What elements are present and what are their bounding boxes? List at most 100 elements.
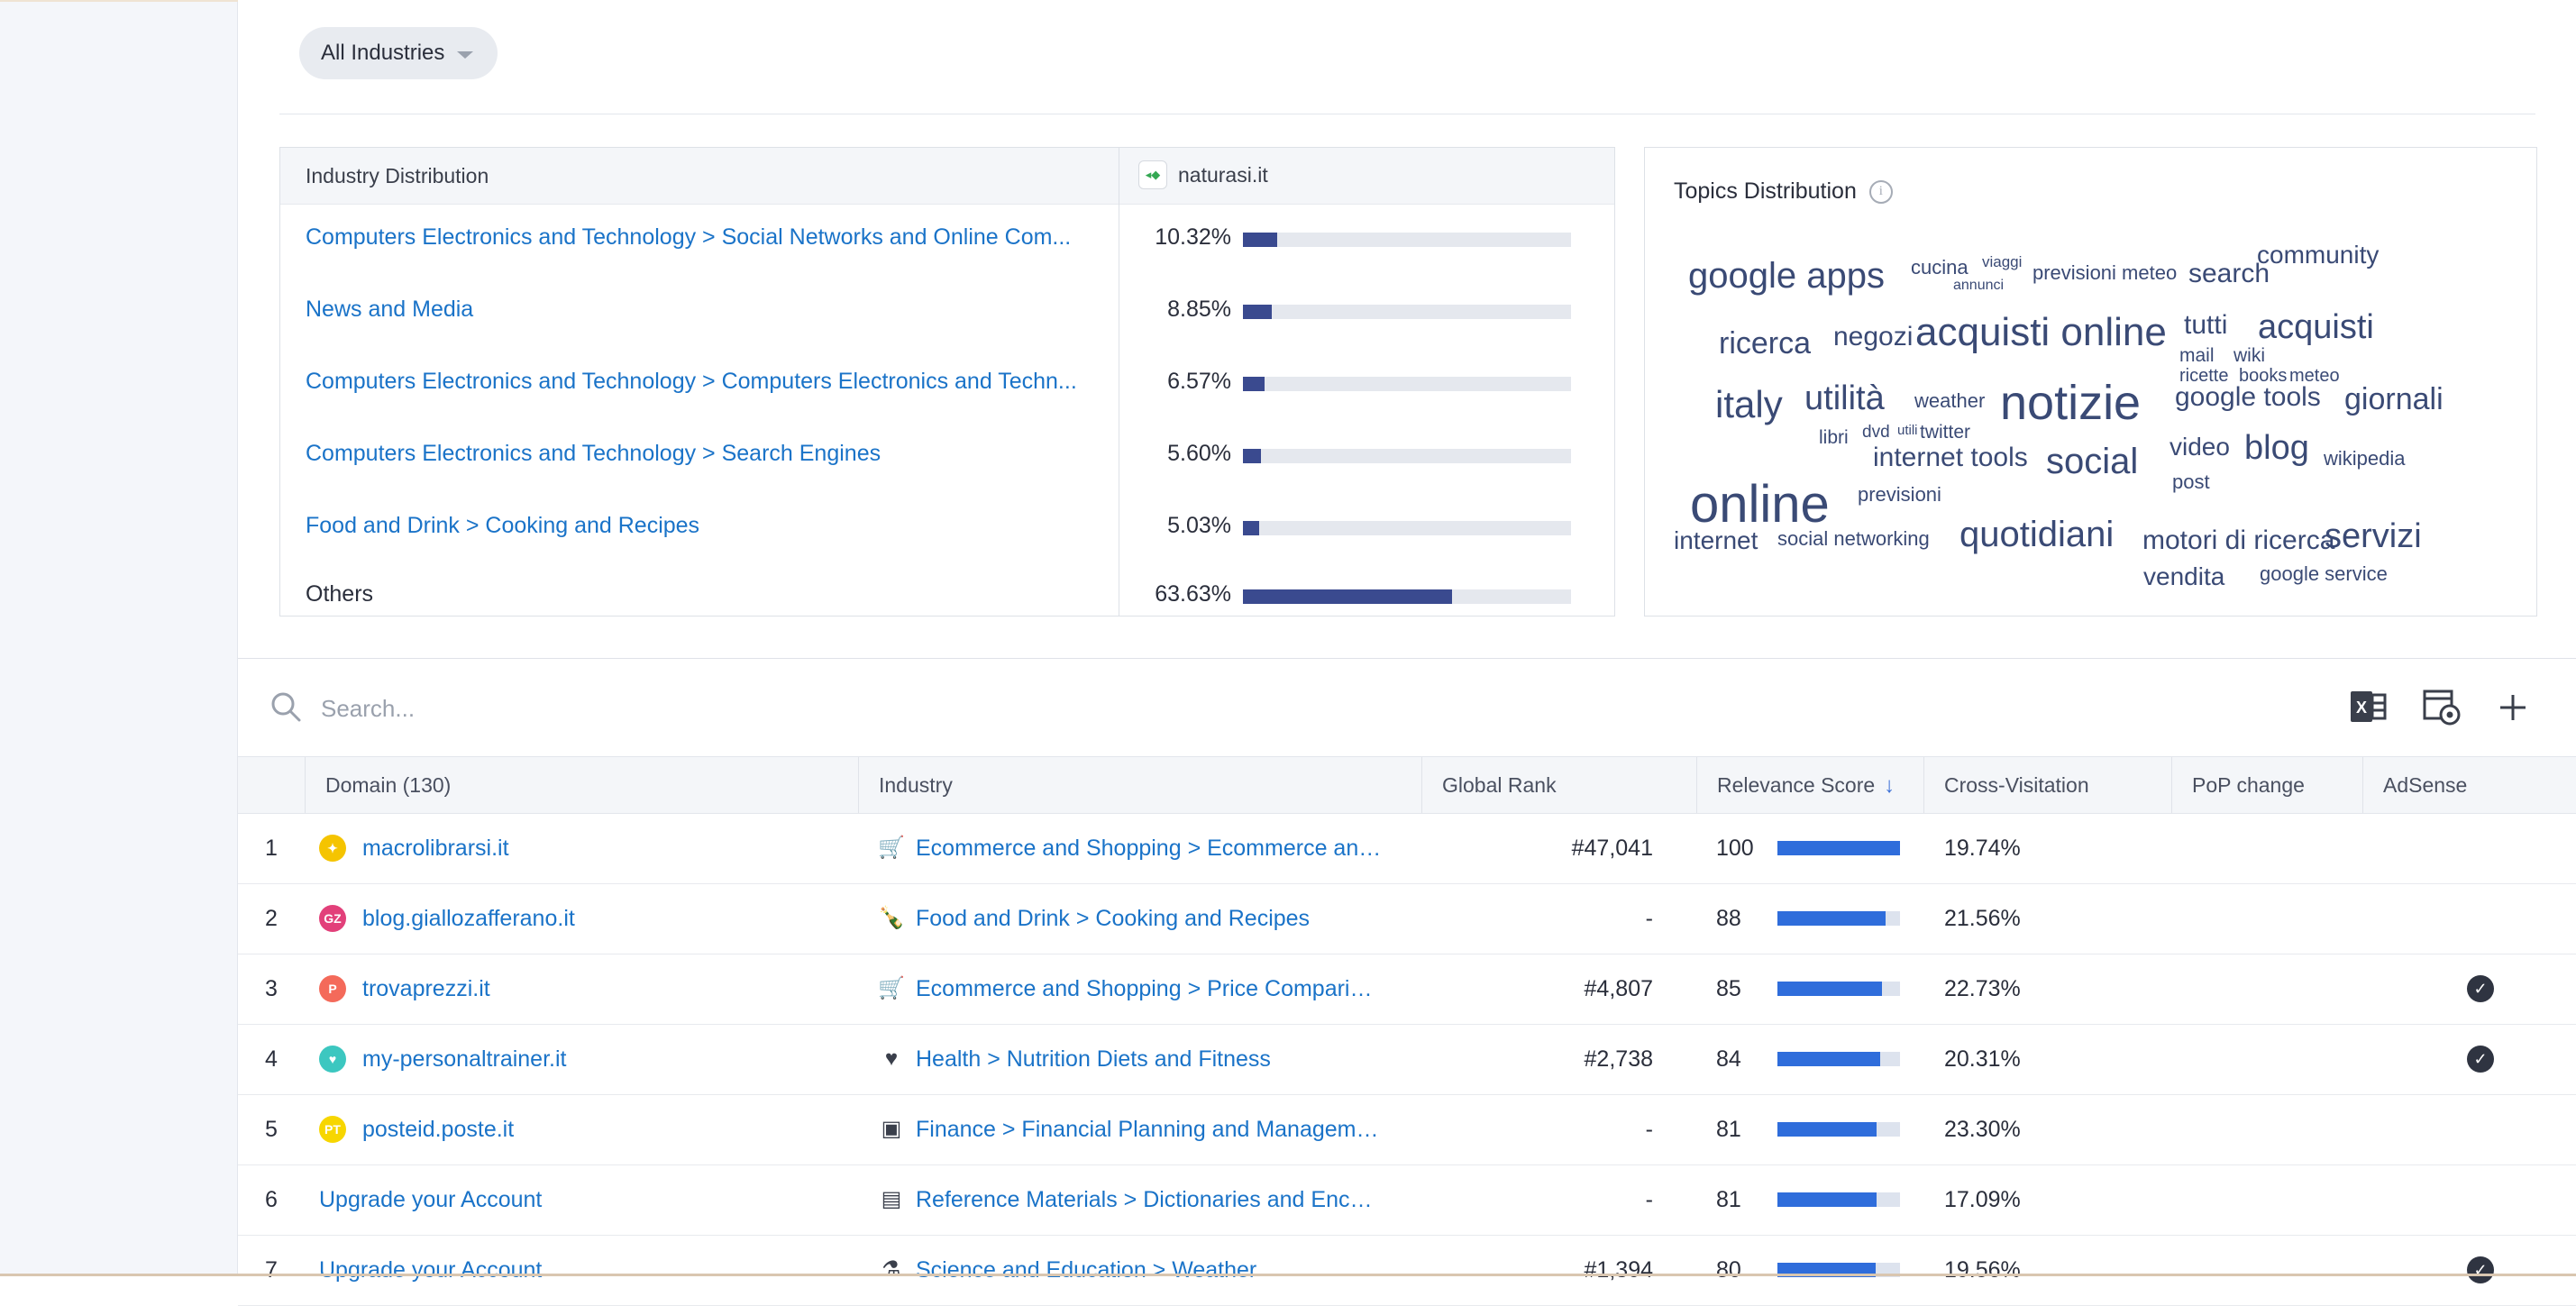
topic-word[interactable]: libri [1819,428,1849,447]
pop-change: - [2347,1094,2576,1164]
domain-link[interactable]: Upgrade your Account [319,1164,788,1235]
topic-word[interactable]: social [2046,443,2138,479]
industry-link[interactable]: ⚗ Science and Education > Weather [878,1235,1383,1305]
table-row[interactable]: 2 GZ blog.giallozafferano.it 🍾 Food and Drin… [238,883,2576,954]
global-rank: #1,394 [1584,1257,1653,1283]
topic-word[interactable]: giornali [2344,384,2444,415]
column-header-global-rank[interactable]: Global Rank [1421,757,1696,813]
excel-export-icon[interactable]: X [2347,686,2390,729]
distribution-row: Food and Drink > Cooking and Recipes 5.03… [280,493,1614,562]
distribution-industry-label[interactable]: Food and Drink > Cooking and Recipes [306,513,1112,539]
domain-link[interactable]: ✦ macrolibrarsi.it [319,813,788,883]
topic-word[interactable]: annunci [1953,279,2004,293]
distribution-bar [1243,305,1571,319]
topic-word[interactable]: google tools [2175,384,2321,411]
topic-word[interactable]: google service [2260,564,2388,584]
topic-word[interactable]: dvd [1862,424,1890,441]
column-header-relevance[interactable]: Relevance Score ↓ [1696,757,1923,813]
industry-link[interactable]: 🛒 Ecommerce and Shopping > Price Comparis… [878,954,1383,1024]
topic-word[interactable]: blog [2244,431,2309,465]
column-header-pop-change[interactable]: PoP change [2171,757,2362,813]
topic-word[interactable]: ricerca [1719,328,1811,359]
row-number: 7 [265,1257,278,1283]
relevance-bar [1777,1052,1900,1066]
topic-word[interactable]: italy [1715,386,1783,424]
topic-word[interactable]: google apps [1688,258,1885,294]
info-icon[interactable]: i [1868,179,1893,204]
relevance-bar-fill [1777,1122,1877,1137]
topic-word[interactable]: acquisti [2258,310,2374,344]
topic-word[interactable]: video [2170,434,2230,460]
topic-word[interactable]: acquisti online [1915,313,2167,352]
table-row[interactable]: 5 PT posteid.poste.it ▣ Finance > Financial … [238,1094,2576,1165]
industry-link[interactable]: ▤ Reference Materials > Dictionaries and … [878,1164,1383,1235]
topic-word[interactable]: social networking [1777,529,1930,549]
topic-word[interactable]: vendita [2143,564,2224,589]
topic-word[interactable]: servizi [2325,519,2422,553]
table-row[interactable]: 6 Upgrade your Account ▤ Reference Material… [238,1164,2576,1236]
distribution-industry-label[interactable]: Computers Electronics and Technology > S… [306,224,1112,251]
distribution-bar-fill [1243,305,1273,319]
topic-word[interactable]: utili [1897,424,1918,437]
search-input[interactable] [319,682,1134,735]
topic-word[interactable]: motori di ricerca [2142,527,2334,554]
distribution-industry-label[interactable]: Computers Electronics and Technology > S… [306,441,1112,467]
industry-link[interactable]: 🛒 Ecommerce and Shopping > Ecommerce and.… [878,813,1383,883]
distribution-bar [1243,449,1571,463]
column-header-adsense[interactable]: AdSense [2362,757,2576,813]
domain-link[interactable]: Ptrovaprezzi.it [319,954,788,1024]
shopping-cart-icon: 🛒 [878,976,905,1000]
column-header-cross-visitation[interactable]: Cross-Visitation [1923,757,2171,813]
topic-word[interactable]: previsioni [1858,485,1941,505]
topic-word[interactable]: post [2172,472,2210,492]
industry-link[interactable]: 🍾 Food and Drink > Cooking and Recipes [878,883,1383,954]
table-settings-icon[interactable] [2421,686,2464,729]
relevance-header-label: Relevance Score [1717,773,1876,797]
topic-word[interactable]: previsioni meteo [2032,263,2177,283]
topic-word[interactable]: negozi [1833,324,1913,351]
topic-word[interactable]: internet tools [1873,444,2028,471]
domain-link[interactable]: ♥ my-personaltrainer.it [319,1024,788,1094]
industry-link[interactable]: ▣ Finance > Financial Planning and Manage… [878,1094,1383,1164]
topic-word[interactable]: weather [1914,391,1985,411]
topics-title: Topics Distribution [1674,178,1857,204]
industry-name: Ecommerce and Shopping > Price Compariso… [916,976,1383,1001]
main-content: All Industries Industry Distribution ◂◆ … [238,0,2576,1306]
industry-filter-dropdown[interactable]: All Industries [299,27,498,79]
distribution-industry-label[interactable]: Computers Electronics and Technology > C… [306,369,1112,395]
topic-word[interactable]: cucina [1911,258,1969,278]
domain-name: Upgrade your Account [319,1187,543,1212]
domain-link[interactable]: Upgrade your Account [319,1235,788,1305]
add-icon[interactable] [2491,686,2535,729]
topic-word[interactable]: notizie [2000,379,2141,427]
topic-word[interactable]: community [2257,242,2379,268]
relevance-bar-fill [1777,982,1882,996]
column-header-domain[interactable]: Domain (130) [305,757,861,813]
industry-link[interactable]: ♥ Health > Nutrition Diets and Fitness [878,1024,1383,1094]
column-header-industry[interactable]: Industry [858,757,1421,813]
shopping-cart-icon: 🛒 [878,836,905,860]
domain-link[interactable]: PT posteid.poste.it [319,1094,788,1164]
table-row[interactable]: 7 Upgrade your Account ⚗ Science and Educat… [238,1235,2576,1306]
topic-word[interactable]: utilità [1804,381,1885,416]
table-row[interactable]: 1 ✦ macrolibrarsi.it 🛒 Ecommerce and Shoppin… [238,813,2576,884]
sort-descending-icon: ↓ [1884,773,1895,798]
table-row[interactable]: 3 Ptrovaprezzi.it 🛒 Ecommerce and Shopping … [238,954,2576,1025]
topic-word[interactable]: twitter [1920,423,1970,442]
distribution-industry-label[interactable]: News and Media [306,297,1112,323]
domain-favicon-icon: P [319,975,346,1002]
row-number: 6 [265,1187,278,1212]
topic-word[interactable]: internet [1674,528,1758,553]
topic-word[interactable]: tutti [2184,312,2227,339]
topic-word[interactable]: quotidiani [1959,516,2114,553]
book-icon: ▤ [881,1187,902,1211]
topic-word[interactable]: online [1690,479,1830,531]
domain-link[interactable]: GZ blog.giallozafferano.it [319,883,788,954]
topic-word[interactable]: mail [2179,346,2215,365]
topic-word[interactable]: wiki [2233,346,2265,365]
domain-favicon-icon: ♥ [319,1046,346,1073]
table-row[interactable]: 4 ♥ my-personaltrainer.it ♥ Health > Nutriti… [238,1024,2576,1095]
distribution-industry-label: Others [306,581,374,607]
topic-word[interactable]: viaggi [1982,254,2022,269]
topic-word[interactable]: wikipedia [2324,449,2406,469]
